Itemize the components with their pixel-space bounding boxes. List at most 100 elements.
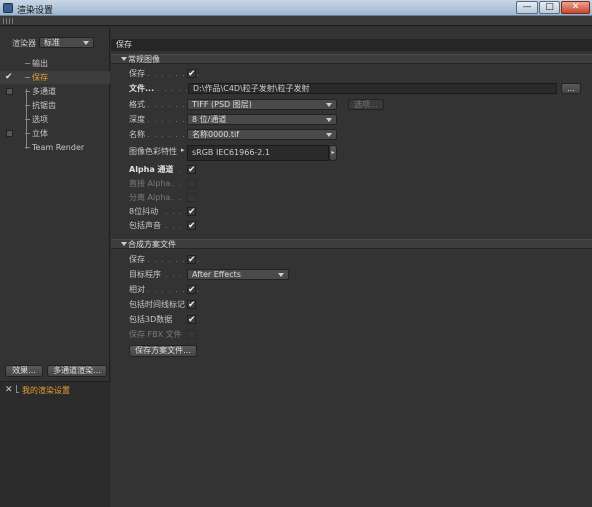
row-file: 文件... . . . . . . D:\作品\C4D\粒子发射\粒子发射 ..… <box>111 82 592 96</box>
profile-menu-button[interactable]: ▸ <box>329 145 337 161</box>
row-separate-alpha: 分离 Alpha . . <box>111 191 592 205</box>
target-app-dropdown[interactable]: After Effects <box>187 269 289 280</box>
row-name: 名称 . . . . . . . . 名称0000.tif <box>111 128 592 142</box>
render-settings-list: ✕ 我的渲染设置 <box>0 381 110 507</box>
tree-item[interactable]: 多通道 <box>0 85 110 98</box>
sound-label: 包括声音 <box>129 221 161 230</box>
file-label: 文件... <box>129 84 155 93</box>
section-title: 常规图像 <box>128 55 160 64</box>
enable-checkbox[interactable] <box>6 130 13 137</box>
target-value: After Effects <box>192 270 241 279</box>
section-general-image[interactable]: 常规图像 <box>111 54 592 64</box>
expand-arrow-icon[interactable]: ▸ <box>181 143 185 157</box>
chevron-down-icon <box>83 41 89 45</box>
project-save-checkbox[interactable] <box>187 253 196 267</box>
tree-connector <box>25 119 30 120</box>
tree-item-label: 多通道 <box>32 87 56 96</box>
row-project-save: 保存 . . . . . . . . <box>111 253 592 267</box>
tree-item[interactable]: ✔ 保存 <box>0 71 110 84</box>
relative-checkbox[interactable] <box>187 283 196 297</box>
maximize-button[interactable]: □ <box>539 1 560 14</box>
browse-button[interactable]: ... <box>561 83 581 94</box>
separate-alpha-checkbox[interactable] <box>187 193 196 202</box>
tree-connector <box>25 147 30 148</box>
tree-item-label: 保存 <box>32 73 48 82</box>
close-button[interactable]: ✕ <box>561 1 590 14</box>
right-panel: 保存 常规图像 保存 . . . . . . . . 文件... . . . .… <box>111 27 592 507</box>
row-format: 格式 . . . . . . . . TIFF (PSD 图层) 选项... <box>111 98 592 112</box>
target-label: 目标程序 <box>129 270 161 279</box>
row-sound: 包括声音 . . . <box>111 219 592 233</box>
name-dropdown[interactable]: 名称0000.tif <box>187 129 337 140</box>
minimize-button[interactable]: — <box>516 1 538 14</box>
project-save-label: 保存 <box>129 255 145 264</box>
name-label: 名称 <box>129 130 145 139</box>
multipass-render-button[interactable]: 多通道渲染... <box>47 365 107 377</box>
left-panel: 渲染器 标准 输出 ✔ 保存 多通道 抗锯齿 选项 立体 Team Render 效果... … <box>0 27 110 507</box>
enable-checkbox[interactable] <box>6 88 13 95</box>
relative-label: 相对 <box>129 285 145 294</box>
tree-connector <box>25 77 30 78</box>
chevron-down-icon <box>326 118 332 122</box>
depth-dropdown[interactable]: 8 位/通道 <box>187 114 337 125</box>
effects-button[interactable]: 效果... <box>5 365 43 377</box>
timeline-markers-checkbox[interactable] <box>187 298 196 312</box>
chevron-down-icon <box>326 103 332 107</box>
row-straight-alpha: 直接 Alpha . . <box>111 177 592 191</box>
color-profile-field[interactable]: sRGB IEC61966-2.1 <box>187 145 329 161</box>
section-title: 合成方案文件 <box>128 240 176 249</box>
options-button[interactable]: 选项... <box>348 99 384 110</box>
tree-item[interactable]: 选项 <box>0 113 110 126</box>
grip-icon[interactable] <box>3 18 13 24</box>
tree-connector <box>16 385 19 393</box>
depth-label: 深度 <box>129 115 145 124</box>
straight-alpha-checkbox[interactable] <box>187 179 196 188</box>
tree-item[interactable]: 立体 <box>0 127 110 140</box>
tree-connector <box>25 133 30 134</box>
tree-item[interactable]: 输出 <box>0 57 110 70</box>
row-save: 保存 . . . . . . . . <box>111 67 592 81</box>
tree-connector <box>25 91 30 92</box>
row-timeline-markers: 包括时间线标记 <box>111 298 592 312</box>
check-icon[interactable]: ✔ <box>5 71 13 84</box>
menu-bar <box>0 16 592 26</box>
tree-item[interactable]: Team Render <box>0 141 110 154</box>
tree-item-label: 输出 <box>32 59 48 68</box>
3d-data-label: 包括3D数据 <box>129 315 173 324</box>
row-fbx: 保存 FBX 文件 <box>111 328 592 342</box>
fbx-checkbox[interactable] <box>187 330 196 339</box>
tree-item[interactable]: 抗锯齿 <box>0 99 110 112</box>
alpha-checkbox[interactable] <box>187 163 196 177</box>
page-title: 保存 <box>111 39 592 51</box>
my-render-settings-item[interactable]: 我的渲染设置 <box>22 385 70 396</box>
straight-alpha-label: 直接 Alpha <box>129 179 171 188</box>
row-color-profile: 图像色彩特性 ▸ sRGB IEC61966-2.1 ▸ <box>111 145 592 163</box>
renderer-dropdown[interactable]: 标准 <box>39 37 94 48</box>
dither-checkbox[interactable] <box>187 205 196 219</box>
color-profile-label: 图像色彩特性 <box>129 147 177 156</box>
tree-item-label: Team Render <box>32 143 85 152</box>
tree-item-label: 抗锯齿 <box>32 101 56 110</box>
cross-icon[interactable]: ✕ <box>5 385 13 395</box>
format-value: TIFF (PSD 图层) <box>192 100 252 109</box>
depth-value: 8 位/通道 <box>192 115 227 124</box>
row-dither: 8位抖动 . . . <box>111 205 592 219</box>
chevron-down-icon <box>121 57 127 61</box>
format-dropdown[interactable]: TIFF (PSD 图层) <box>187 99 337 110</box>
fbx-label: 保存 FBX 文件 <box>129 330 182 339</box>
tree-connector <box>25 105 30 106</box>
save-label: 保存 <box>129 69 145 78</box>
row-target: 目标程序 . . . After Effects <box>111 268 592 282</box>
renderer-label: 渲染器 <box>12 39 36 48</box>
section-compositing-project[interactable]: 合成方案文件 <box>111 239 592 249</box>
file-path-input[interactable]: D:\作品\C4D\粒子发射\粒子发射 <box>188 83 557 94</box>
title-bar: 渲染设置 — □ ✕ <box>0 0 592 16</box>
tree-item-label: 选项 <box>32 115 48 124</box>
row-alpha: Alpha 通道 . . <box>111 163 592 177</box>
save-project-button[interactable]: 保存方案文件... <box>129 345 197 357</box>
save-checkbox[interactable] <box>187 67 196 81</box>
alpha-label: Alpha 通道 <box>129 165 174 174</box>
sound-checkbox[interactable] <box>187 219 196 233</box>
chevron-down-icon <box>326 133 332 137</box>
3d-data-checkbox[interactable] <box>187 313 196 327</box>
